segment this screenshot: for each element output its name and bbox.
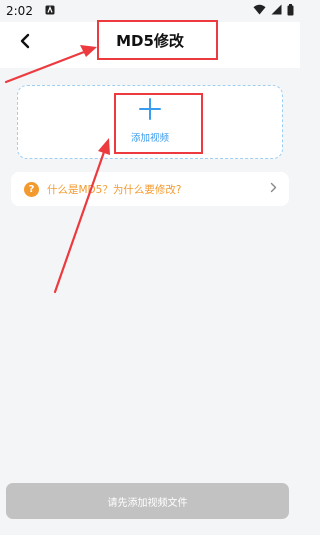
plus-icon bbox=[139, 98, 161, 124]
app-notification-icon bbox=[45, 4, 55, 18]
faq-text: 什么是MD5？为什么要修改? bbox=[47, 183, 182, 196]
status-bar: 2:02 bbox=[0, 0, 300, 22]
wifi-icon bbox=[253, 4, 266, 18]
status-time: 2:02 bbox=[6, 4, 33, 18]
submit-button-label: 请先添加视频文件 bbox=[107, 497, 188, 509]
page-title: MD5修改 bbox=[116, 32, 184, 50]
add-video-label: 添加视频 bbox=[130, 133, 169, 144]
add-video-card[interactable]: 添加视频 bbox=[17, 85, 283, 159]
question-icon: ? bbox=[24, 181, 39, 197]
app-bar: MD5修改 bbox=[0, 22, 300, 68]
signal-icon bbox=[271, 4, 282, 18]
annotation-arrows bbox=[4, 45, 110, 294]
add-video-file-button[interactable]: 请先添加视频文件 bbox=[6, 483, 289, 519]
chevron-right-icon bbox=[270, 181, 277, 197]
md5-faq-row[interactable]: ? 什么是MD5？为什么要修改? bbox=[11, 172, 289, 206]
battery-icon bbox=[287, 3, 294, 19]
